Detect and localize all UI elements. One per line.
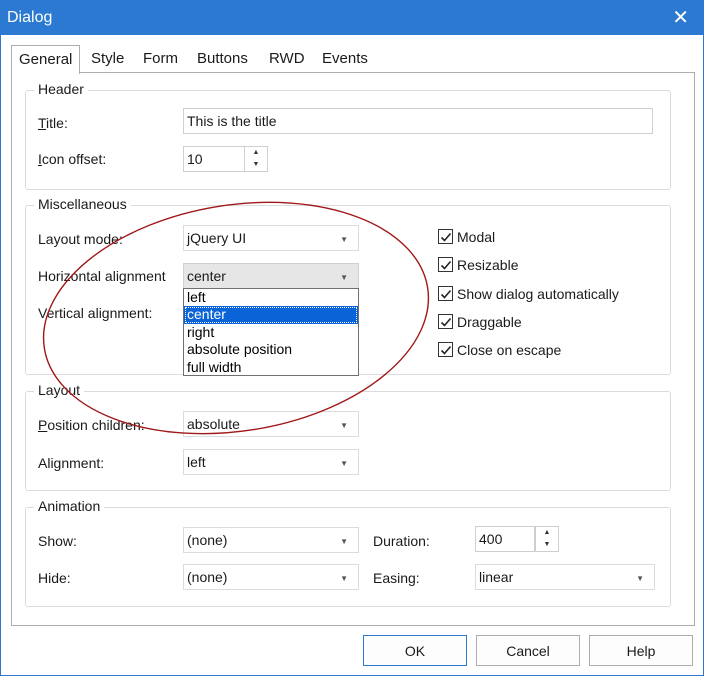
resizable-checkbox[interactable]: Resizable	[438, 257, 518, 273]
title-input[interactable]	[183, 108, 653, 134]
title-bar[interactable]: Dialog ✕	[1, 1, 703, 35]
vertical-alignment-label: Vertical alignment:	[38, 305, 153, 321]
spin-up-icon[interactable]: ▲	[245, 147, 267, 159]
show-value: (none)	[187, 532, 228, 548]
chevron-down-icon: ▼	[340, 421, 348, 430]
animation-group: Animation	[25, 498, 671, 607]
dialog-window: Dialog ✕ General Style Form Buttons RWD …	[0, 0, 704, 676]
duration-label: Duration:	[373, 533, 430, 549]
show-label: Show:	[38, 533, 77, 549]
tab-form[interactable]: Form	[143, 50, 178, 67]
horizontal-alignment-select[interactable]: center ▼	[183, 263, 359, 289]
chevron-down-icon: ▼	[340, 273, 348, 282]
layout-mode-select[interactable]: jQuery UI ▼	[183, 225, 359, 251]
tab-events[interactable]: Events	[322, 50, 368, 67]
tab-general[interactable]: General	[11, 45, 81, 74]
check-icon[interactable]	[438, 286, 453, 301]
dropdown-option-left[interactable]: left	[184, 289, 358, 306]
header-legend: Header	[34, 81, 88, 97]
draggable-checkbox[interactable]: Draggable	[438, 314, 522, 330]
hide-select[interactable]: (none) ▼	[183, 564, 359, 590]
check-icon[interactable]	[438, 229, 453, 244]
check-icon[interactable]	[438, 342, 453, 357]
hide-value: (none)	[187, 569, 228, 585]
alignment-value: left	[187, 454, 206, 470]
layout-legend: Layout	[34, 382, 85, 398]
dropdown-option-right[interactable]: right	[184, 324, 358, 341]
animation-legend: Animation	[34, 498, 105, 514]
tab-style[interactable]: Style	[91, 50, 124, 67]
icon-offset-spinner[interactable]: ▲ ▼	[244, 146, 268, 172]
spin-up-icon[interactable]: ▲	[536, 527, 558, 539]
draggable-label: Draggable	[457, 314, 522, 330]
icon-offset-input[interactable]	[183, 146, 245, 172]
alignment-label: Alignment:	[38, 455, 105, 471]
check-icon[interactable]	[438, 257, 453, 272]
duration-spinner[interactable]: ▲ ▼	[535, 526, 559, 552]
alignment-select[interactable]: left ▼	[183, 449, 359, 475]
icon-offset-label: Icon offset:	[38, 151, 107, 167]
show-dialog-automatically-label: Show dialog automatically	[457, 286, 619, 302]
layout-mode-value: jQuery UI	[187, 230, 247, 246]
easing-label: Easing:	[373, 570, 420, 586]
chevron-down-icon: ▼	[340, 574, 348, 583]
horizontal-alignment-label: Horizontal alignment	[38, 268, 166, 284]
position-children-value: absolute	[187, 416, 240, 432]
header-group: Header	[25, 81, 671, 190]
dropdown-option-absolute-position[interactable]: absolute position	[184, 341, 358, 358]
check-icon[interactable]	[438, 314, 453, 329]
tab-buttons[interactable]: Buttons	[197, 50, 248, 67]
hide-label: Hide:	[38, 570, 71, 586]
horizontal-alignment-value: center	[187, 268, 226, 284]
duration-input[interactable]	[475, 526, 535, 552]
ok-button[interactable]: OK	[363, 635, 467, 666]
modal-label: Modal	[457, 229, 496, 245]
easing-select[interactable]: linear ▼	[475, 564, 655, 590]
position-children-label: Position children:	[38, 417, 145, 433]
dropdown-option-full-width[interactable]: full width	[184, 359, 358, 376]
close-on-escape-label: Close on escape	[457, 342, 562, 358]
chevron-down-icon: ▼	[340, 537, 348, 546]
layout-group: Layout	[25, 382, 671, 491]
chevron-down-icon: ▼	[340, 235, 348, 244]
layout-mode-label: Layout mode:	[38, 231, 123, 247]
position-children-select[interactable]: absolute ▼	[183, 411, 359, 437]
help-button[interactable]: Help	[589, 635, 693, 666]
easing-value: linear	[479, 569, 514, 585]
modal-checkbox[interactable]: Modal	[438, 229, 495, 245]
spin-down-icon[interactable]: ▼	[245, 159, 267, 171]
dropdown-option-center[interactable]: center	[184, 306, 358, 324]
close-on-escape-checkbox[interactable]: Close on escape	[438, 342, 561, 358]
spin-down-icon[interactable]: ▼	[536, 539, 558, 551]
show-select[interactable]: (none) ▼	[183, 527, 359, 553]
tab-rwd[interactable]: RWD	[269, 50, 305, 67]
close-icon[interactable]: ✕	[672, 5, 689, 30]
chevron-down-icon: ▼	[340, 459, 348, 468]
chevron-down-icon: ▼	[636, 574, 644, 583]
title-label: Title:	[38, 115, 68, 131]
show-dialog-automatically-checkbox[interactable]: Show dialog automatically	[438, 286, 619, 302]
miscellaneous-legend: Miscellaneous	[34, 196, 131, 212]
horizontal-alignment-dropdown[interactable]: left center right absolute position full…	[183, 288, 359, 376]
window-title: Dialog	[7, 9, 53, 26]
cancel-button[interactable]: Cancel	[476, 635, 580, 666]
resizable-label: Resizable	[457, 257, 519, 273]
